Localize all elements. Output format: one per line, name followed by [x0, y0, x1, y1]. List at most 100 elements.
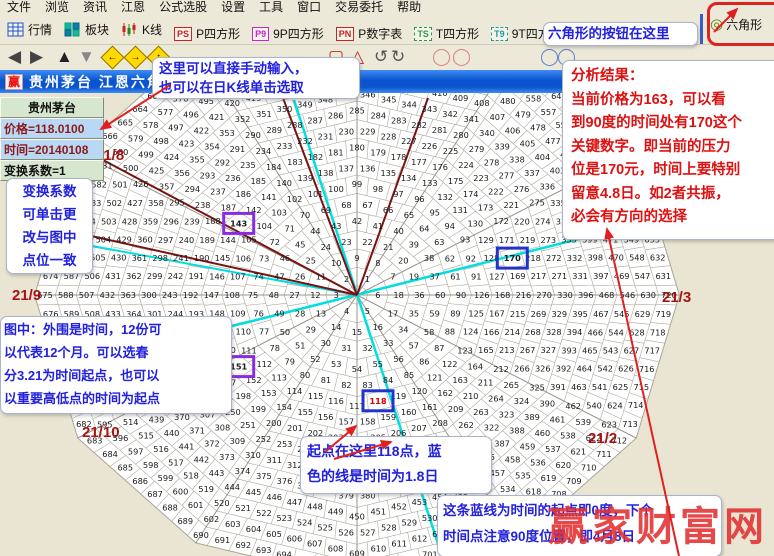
svg-text:172: 172	[493, 216, 509, 226]
toolbar-button-t-square[interactable]: TST四方形	[411, 20, 482, 48]
toolbar-button-sectors[interactable]: 板块	[61, 15, 112, 43]
svg-text:168: 168	[495, 290, 511, 300]
hexagon-button[interactable]: ◎ 六角形	[710, 15, 762, 33]
svg-text:387: 387	[494, 439, 510, 449]
svg-text:579: 579	[128, 133, 144, 143]
svg-text:296: 296	[163, 217, 179, 227]
svg-text:100: 100	[328, 184, 344, 194]
toolbar-button-p-number-table[interactable]: PNP数字表	[333, 20, 406, 48]
svg-text:242: 242	[168, 271, 184, 281]
svg-text:299: 299	[147, 271, 163, 281]
svg-text:110: 110	[235, 327, 251, 337]
svg-text:500: 500	[123, 163, 139, 173]
svg-text:234: 234	[256, 146, 272, 156]
svg-text:220: 220	[514, 216, 530, 226]
svg-text:264: 264	[488, 394, 504, 404]
nav-right-icon[interactable]: ▶	[30, 47, 43, 67]
svg-text:464: 464	[577, 364, 593, 374]
diamond-left-icon[interactable]: ←	[100, 45, 124, 69]
time-field[interactable]: 时间=20140108	[0, 139, 104, 160]
menu-item-3[interactable]: 江恩	[121, 0, 145, 15]
svg-text:684: 684	[102, 449, 118, 459]
svg-text:407: 407	[490, 112, 506, 122]
bullseye-icon: ◎	[710, 15, 723, 33]
svg-text:74: 74	[253, 271, 263, 281]
svg-text:95: 95	[430, 208, 440, 218]
svg-text:107: 107	[230, 271, 246, 281]
diamond-right-icon[interactable]: →	[123, 45, 147, 69]
svg-text:443: 443	[209, 468, 225, 478]
svg-text:214: 214	[504, 327, 520, 337]
svg-text:452: 452	[391, 502, 407, 512]
toolbar-button-kline[interactable]: K线	[118, 15, 165, 43]
svg-text:540: 540	[586, 401, 602, 411]
svg-text:84: 84	[383, 375, 393, 385]
date-label-21-10: 21/10	[82, 424, 120, 441]
svg-text:39: 39	[409, 240, 419, 250]
toolbar-button-9p-square[interactable]: P99P四方形	[249, 20, 327, 48]
svg-text:393: 393	[561, 345, 577, 355]
svg-text:71: 71	[284, 224, 294, 234]
svg-text:86: 86	[419, 356, 429, 366]
svg-text:528: 528	[381, 523, 397, 533]
menu-item-8[interactable]: 交易委托	[335, 0, 383, 15]
nav-down-icon[interactable]: ▼	[78, 47, 95, 67]
svg-text:140: 140	[276, 178, 292, 188]
svg-text:51: 51	[295, 341, 305, 351]
circle-pink2-icon[interactable]: ◯	[452, 47, 471, 67]
svg-text:463: 463	[571, 382, 587, 392]
svg-text:624: 624	[607, 400, 623, 410]
svg-text:345: 345	[381, 94, 397, 104]
svg-text:41: 41	[373, 221, 383, 231]
menu-item-6[interactable]: 工具	[259, 0, 283, 15]
svg-text:251: 251	[240, 420, 256, 430]
svg-text:238: 238	[195, 200, 211, 210]
menu-item-2[interactable]: 资讯	[83, 0, 107, 15]
svg-text:166: 166	[484, 327, 500, 337]
menu-item-1[interactable]: 浏览	[45, 0, 69, 15]
svg-text:582: 582	[91, 180, 107, 190]
svg-text:262: 262	[458, 420, 474, 430]
svg-text:497: 497	[168, 123, 184, 133]
menu-item-9[interactable]: 帮助	[397, 0, 421, 15]
menu-item-0[interactable]: 文件	[7, 0, 31, 15]
svg-text:694: 694	[276, 550, 292, 556]
svg-text:390: 390	[539, 399, 555, 409]
svg-text:409: 409	[453, 93, 469, 103]
svg-text:231: 231	[318, 131, 334, 141]
svg-text:66: 66	[383, 205, 393, 215]
svg-text:607: 607	[307, 539, 323, 549]
svg-text:445: 445	[246, 487, 262, 497]
svg-text:545: 545	[614, 309, 630, 319]
svg-text:35: 35	[409, 308, 419, 318]
svg-text:479: 479	[515, 110, 531, 120]
svg-text:36: 36	[414, 290, 424, 300]
toolbar-button-p-square[interactable]: PSP四方形	[171, 20, 243, 48]
svg-text:124: 124	[463, 327, 479, 337]
svg-text:356: 356	[174, 168, 190, 178]
svg-text:99: 99	[352, 179, 362, 189]
svg-text:162: 162	[437, 388, 453, 398]
price-field[interactable]: 价格=118.0100	[0, 118, 104, 139]
svg-text:478: 478	[530, 123, 546, 133]
nav-left-icon[interactable]: ◀	[8, 47, 21, 67]
svg-text:5: 5	[365, 306, 370, 316]
svg-text:173: 173	[478, 202, 494, 212]
svg-text:288: 288	[287, 120, 303, 130]
nav-up-icon[interactable]: ▲	[56, 47, 73, 67]
svg-text:294: 294	[185, 184, 201, 194]
svg-text:611: 611	[391, 539, 407, 549]
rotate-cw-icon[interactable]: ↻	[391, 47, 405, 67]
svg-text:13: 13	[316, 309, 326, 319]
circle-pink-icon[interactable]: ◯	[432, 47, 451, 67]
svg-text:116: 116	[328, 396, 344, 406]
svg-text:358: 358	[148, 198, 164, 208]
toolbar-label-p-square: P四方形	[196, 25, 240, 42]
menu-item-7[interactable]: 窗口	[297, 0, 321, 15]
svg-text:33: 33	[383, 338, 393, 348]
svg-text:184: 184	[266, 162, 282, 172]
menu-item-4[interactable]: 公式选股	[159, 0, 207, 15]
menu-item-5[interactable]: 设置	[221, 0, 245, 15]
rotate-ccw-icon[interactable]: ↺	[374, 47, 388, 67]
toolbar-button-quotes[interactable]: 行情	[4, 15, 55, 43]
